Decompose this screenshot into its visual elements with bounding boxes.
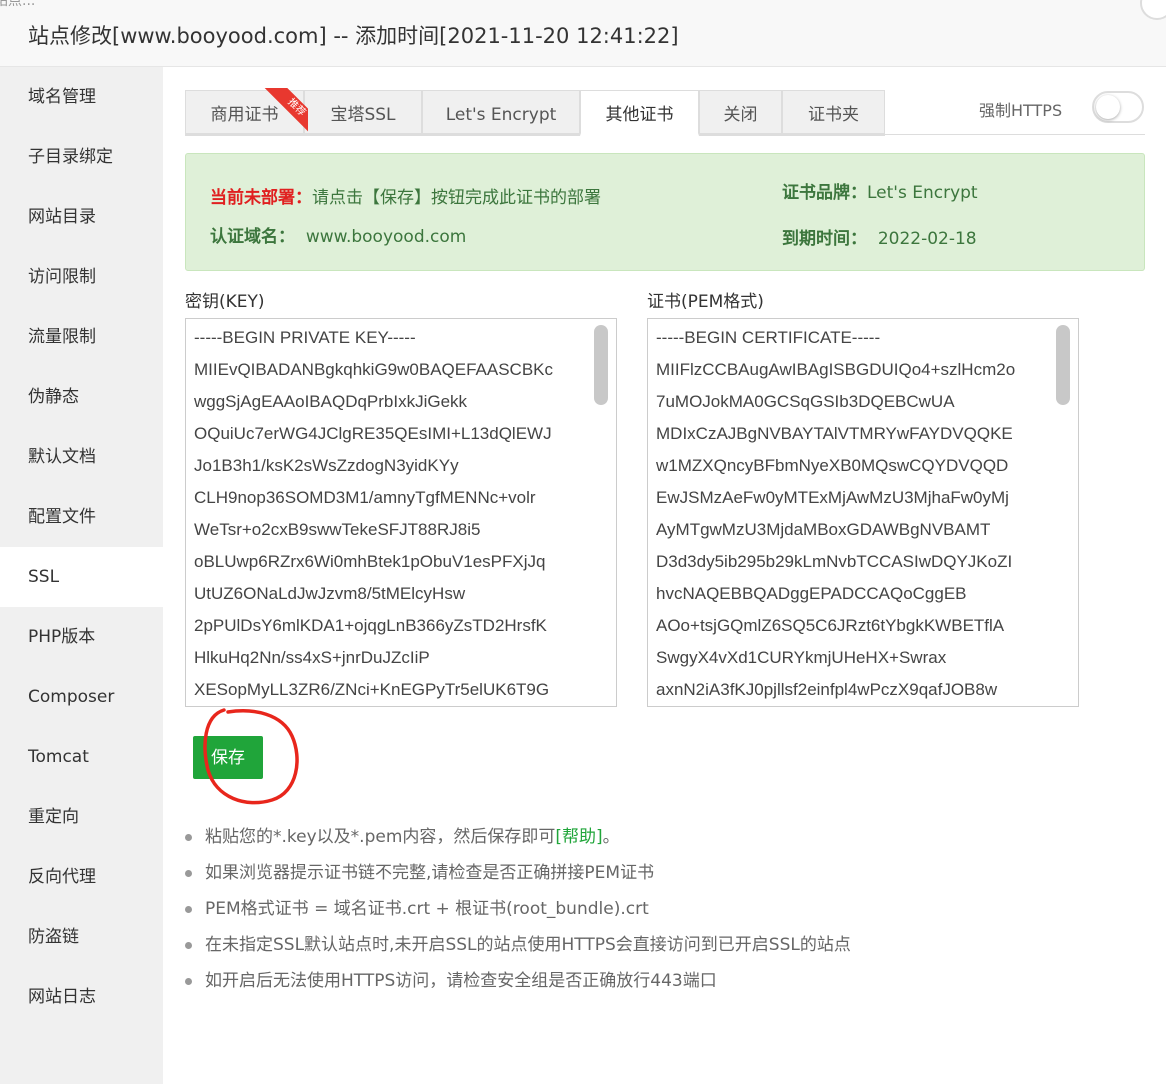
deploy-status-text: 请点击【保存】按钮完成此证书的部署 (312, 188, 601, 208)
cert-brand: 证书品牌：Let's Encrypt (782, 178, 978, 203)
note-text: 如开启后无法使用HTTPS访问，请检查安全组是否正确放行443端口 (205, 971, 717, 991)
dialog-titlebar: 站点... 站点修改[www.booyood.com] -- 添加时间[2021… (0, 0, 1166, 67)
cert-label: 证书(PEM格式) (647, 292, 764, 312)
cert-line: MDIxCzAJBgNVBAYTAlVTMRYwFAYDVQQKE (656, 424, 1013, 443)
sidebar-item-default-doc[interactable]: 默认文档 (0, 427, 163, 487)
cert-expiry-value: 2022-02-18 (877, 229, 977, 249)
background-window-fragment: 站点... (0, 0, 36, 9)
key-line: UtUZ6ONaLdJwJzvm8/5tMElcyHsw (194, 584, 466, 603)
note-text: 在未指定SSL默认站点时,未开启SSL的站点使用HTTPS会直接访问到已开启SS… (205, 935, 851, 955)
cert-expiry-label: 到期时间： (782, 229, 867, 249)
key-line: HlkuHq2Nn/ss4xS+jnrDuJZcIiP (194, 648, 430, 667)
recommend-ribbon: 推荐 (262, 88, 308, 134)
sidebar-item-php-version[interactable]: PHP版本 (0, 607, 163, 667)
sidebar-item-redirect[interactable]: 重定向 (0, 787, 163, 847)
sidebar-item-ssl[interactable]: SSL (0, 547, 163, 607)
sidebar-item-rewrite[interactable]: 伪静态 (0, 367, 163, 427)
tab-cert-folder[interactable]: 证书夹 (782, 90, 885, 136)
tab-bt-ssl[interactable]: 宝塔SSL (304, 90, 422, 136)
sidebar: 域名管理 子目录绑定 网站目录 访问限制 流量限制 伪静态 默认文档 配置文件 … (0, 67, 163, 1084)
cert-line: AyMTgwMzU3MjdaMBoxGDAWBgNVBAMT (656, 520, 991, 539)
dialog-title: 站点修改[www.booyood.com] -- 添加时间[2021-11-20… (28, 24, 679, 48)
note-text: 如果浏览器提示证书链不完整,请检查是否正确拼接PEM证书 (205, 863, 655, 883)
cert-brand-value: Let's Encrypt (867, 183, 978, 203)
help-link[interactable]: [帮助] (555, 827, 602, 847)
cert-line: axnN2iA3fKJ0pjllsf2einfpl4wPczX9qafJOB8w (656, 680, 998, 699)
force-https-toggle[interactable] (1092, 91, 1144, 123)
cert-line: 7uMOJokMA0GCSqGSIb3DQEBCwUA (656, 392, 955, 411)
bullet-icon (185, 978, 192, 985)
sidebar-item-subdir[interactable]: 子目录绑定 (0, 127, 163, 187)
key-line: oBLUwp6RZrx6Wi0mhBtek1pObuV1esPFXjJq (194, 552, 546, 571)
key-line: wggSjAgEAAoIBAQDqPrbIxkJiGekk (194, 392, 468, 411)
cert-line: AOo+tsjGQmlZ6SQ5C6JRzt6tYbgkKWBETflA (656, 616, 1005, 635)
cert-line: D3d3dy5ib295b29kLmNvbTCCASIwDQYJKoZI (656, 552, 1013, 571)
cert-expiry: 到期时间： 2022-02-18 (782, 224, 977, 249)
cert-line: w1MZXQncyBFbmNyeXB0MQswCQYDVQQD (656, 456, 1009, 475)
bullet-icon (185, 834, 192, 841)
tabs-divider (885, 134, 1145, 135)
sidebar-item-site-log[interactable]: 网站日志 (0, 967, 163, 1027)
note-suffix: 。 (602, 827, 620, 847)
key-label: 密钥(KEY) (185, 292, 265, 312)
key-line: OQuiUc7erWG4JClgRE35QEsIMI+L13dQlEWJ (194, 424, 552, 443)
key-textarea[interactable]: -----BEGIN PRIVATE KEY----- MIIEvQIBADAN… (185, 318, 617, 707)
key-line: Jo1B3h1/ksK2sWsZzdogN3yidKYy (194, 456, 459, 475)
key-scrollbar[interactable] (594, 325, 608, 405)
hand-drawn-circle-annotation (203, 708, 299, 805)
key-line: MIIEvQIBADANBgkqhkiG9w0BAQEFAASCBKc (194, 360, 554, 379)
toggle-knob (1096, 95, 1120, 119)
sidebar-item-domain[interactable]: 域名管理 (0, 67, 163, 127)
cert-domain-label: 认证域名： (210, 227, 295, 247)
note-text: PEM格式证书 = 域名证书.crt + 根证书(root_bundle).cr… (205, 899, 649, 919)
deploy-status: 当前未部署：请点击【保存】按钮完成此证书的部署 (210, 183, 601, 208)
bullet-icon (185, 870, 192, 877)
deploy-status-label: 当前未部署： (210, 188, 312, 208)
tab-lets-encrypt[interactable]: Let's Encrypt (422, 90, 580, 136)
sidebar-item-composer[interactable]: Composer (0, 667, 163, 727)
force-https-label: 强制HTTPS (979, 101, 1063, 120)
cert-status-panel: 当前未部署：请点击【保存】按钮完成此证书的部署 认证域名： www.booyoo… (185, 153, 1145, 271)
note-text: 粘贴您的*.key以及*.pem内容，然后保存即可 (205, 827, 556, 847)
key-line: 2pPUlDsY6mlKDA1+ojqgLnB366yZsTD2HrsfK (194, 616, 547, 635)
bullet-icon (185, 942, 192, 949)
cert-textarea[interactable]: -----BEGIN CERTIFICATE----- MIIFlzCCBAug… (647, 318, 1079, 707)
sidebar-item-reverse-proxy[interactable]: 反向代理 (0, 847, 163, 907)
cert-line: EwJSMzAeFw0yMTExMjAwMzU3MjhaFw0yMj (656, 488, 1009, 507)
key-line: XESopMyLL3ZR6/ZNci+KnEGPyTr5elUK6T9G (194, 680, 550, 699)
cert-line: hvcNAQEBBQADggEPADCCAQoCggEB (656, 584, 967, 603)
cert-brand-label: 证书品牌： (782, 183, 867, 203)
key-line: CLH9nop36SOMD3M1/amnyTgfMENNc+volr (194, 488, 536, 507)
sidebar-item-hotlink[interactable]: 防盗链 (0, 907, 163, 967)
cert-line: MIIFlzCCBAugAwIBAgISBGDUIQo4+szlHcm2o (656, 360, 1016, 379)
bullet-icon (185, 906, 192, 913)
sidebar-item-access-limit[interactable]: 访问限制 (0, 247, 163, 307)
cert-line: SwgyX4vXd1CURYkmjUHeHX+Swrax (656, 648, 947, 667)
cert-domain: 认证域名： www.booyood.com (210, 222, 466, 247)
sidebar-item-tomcat[interactable]: Tomcat (0, 727, 163, 787)
recommend-badge: 推荐 (262, 88, 308, 134)
close-icon[interactable] (1140, 0, 1166, 20)
tab-other-cert[interactable]: 其他证书 (580, 90, 699, 136)
sidebar-item-config[interactable]: 配置文件 (0, 487, 163, 547)
cert-scrollbar[interactable] (1056, 325, 1070, 405)
key-line: -----BEGIN PRIVATE KEY----- (194, 328, 416, 347)
sidebar-item-traffic-limit[interactable]: 流量限制 (0, 307, 163, 367)
cert-line: -----BEGIN CERTIFICATE----- (656, 328, 881, 347)
key-line: WeTsr+o2cxB9swwTekeSFJT88RJ8i5 (194, 520, 481, 539)
cert-domain-value: www.booyood.com (305, 227, 467, 247)
tab-close[interactable]: 关闭 (699, 90, 782, 136)
sidebar-item-site-dir[interactable]: 网站目录 (0, 187, 163, 247)
